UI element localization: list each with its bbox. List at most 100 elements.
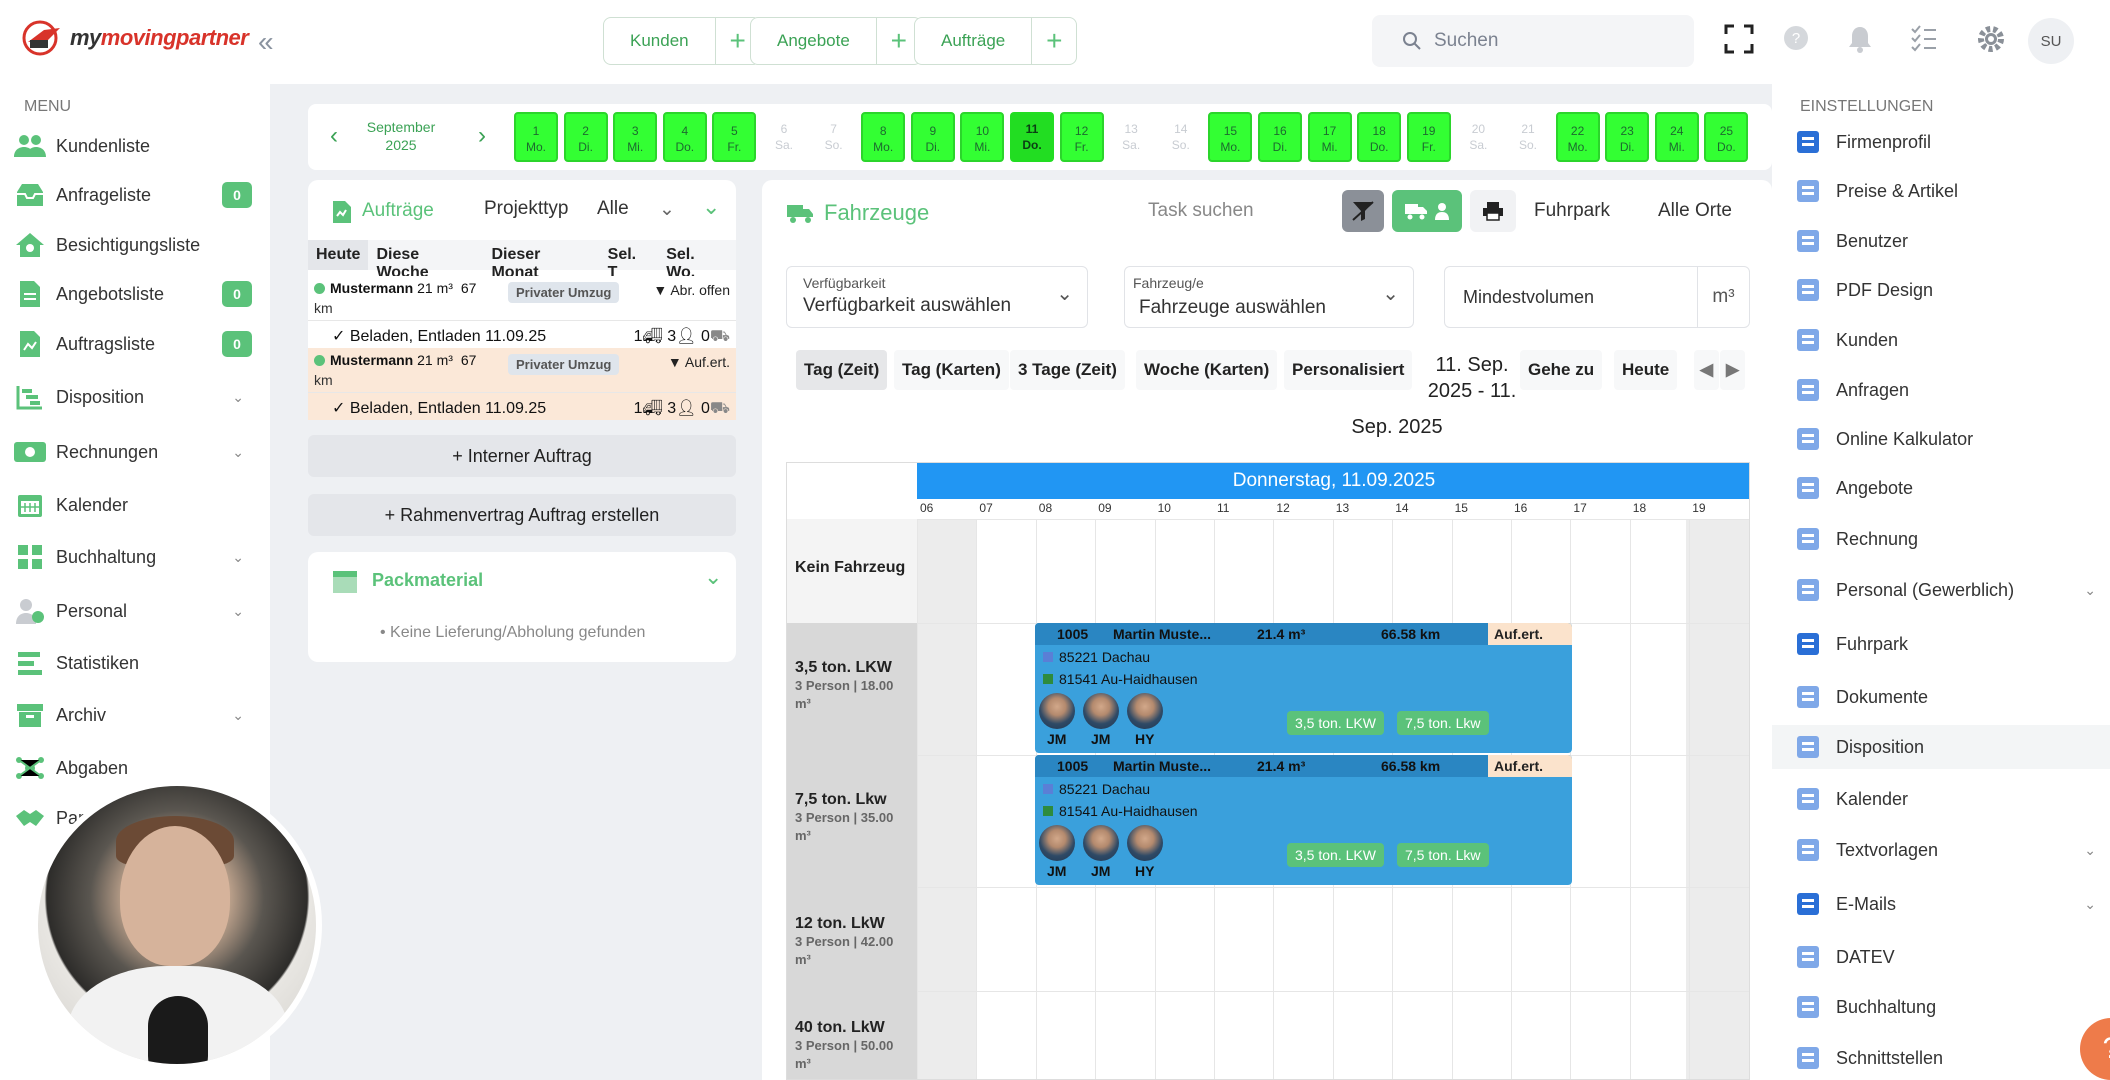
min-volume-input[interactable]: Mindestvolumen m³ — [1444, 266, 1750, 328]
day-cell-16[interactable]: 16 Di. — [1258, 112, 1302, 162]
staff-avatar[interactable] — [1039, 825, 1075, 861]
day-cell-9[interactable]: 9 Di. — [910, 112, 955, 162]
day-cell-5[interactable]: 5 Fr. — [712, 112, 757, 162]
orte-select[interactable]: Alle Orte — [1648, 190, 1752, 232]
settings-item-disposition[interactable]: Disposition — [1772, 725, 2110, 769]
sidebar-item-kundenliste[interactable]: Kundenliste — [12, 126, 258, 166]
day-cell-2[interactable]: 2 Di. — [563, 112, 608, 162]
clear-filter-button[interactable] — [1342, 190, 1384, 232]
vehicle-tag[interactable]: 7,5 ton. Lkw — [1397, 711, 1489, 735]
day-cell-21[interactable]: 21 So. — [1506, 112, 1550, 162]
sidebar-item-statistiken[interactable]: Statistiken — [12, 643, 258, 683]
view-tab-personalized[interactable]: Personalisiert — [1284, 350, 1413, 390]
settings-item-textvorlagen[interactable]: Textvorlagen ⌄ — [1772, 828, 2110, 872]
availability-select[interactable]: Verfügbarkeit Verfügbarkeit auswählen ⌄ — [786, 266, 1088, 328]
order-list-item[interactable]: Mustermann 21 m³ 67 Privater Umzug ▼ Abr… — [308, 276, 736, 348]
staff-avatar[interactable] — [1127, 825, 1163, 861]
day-cell-11[interactable]: 11 Do. — [1010, 112, 1054, 162]
prev-day-icon[interactable]: ◀ — [1694, 350, 1720, 390]
staff-avatar[interactable] — [1039, 693, 1075, 729]
collapse-sidebar-icon[interactable]: « — [258, 26, 274, 58]
sidebar-item-buchhaltung[interactable]: Buchhaltung ⌄ — [12, 537, 258, 577]
sidebar-item-angebotsliste[interactable]: Angebotsliste 0 — [12, 274, 258, 314]
sidebar-item-archiv[interactable]: Archiv ⌄ — [12, 695, 258, 735]
staff-avatar[interactable] — [1083, 825, 1119, 861]
day-cell-22[interactable]: 22 Mo. — [1555, 112, 1600, 162]
vehicle-tag[interactable]: 3,5 ton. LKW — [1287, 711, 1384, 735]
settings-item-dokumente[interactable]: Dokumente — [1772, 675, 2110, 719]
search-input[interactable]: Suchen — [1372, 15, 1694, 67]
packmaterial-chevron-icon[interactable]: ⌄ — [704, 564, 722, 590]
prev-month-icon[interactable]: ‹ — [330, 122, 338, 150]
settings-item-preise-artikel[interactable]: Preise & Artikel — [1772, 169, 2110, 213]
bell-icon[interactable] — [1846, 24, 1874, 54]
next-month-icon[interactable]: › — [478, 122, 486, 150]
staff-avatar[interactable] — [1127, 693, 1163, 729]
order-status[interactable]: ▼ Auf.ert. — [668, 354, 730, 370]
sidebar-item-abgaben[interactable]: Abgaben — [12, 748, 258, 788]
print-button[interactable] — [1470, 190, 1516, 232]
tab-sel-t[interactable]: Sel. T — [600, 240, 659, 281]
settings-item-online-kalkulator[interactable]: Online Kalkulator — [1772, 417, 2110, 461]
day-cell-4[interactable]: 4 Do. — [662, 112, 707, 162]
settings-item-kalender[interactable]: Kalender — [1772, 777, 2110, 821]
view-tab-day-time[interactable]: Tag (Zeit) — [796, 350, 888, 390]
settings-item-anfragen[interactable]: Anfragen — [1772, 368, 2110, 412]
day-cell-13[interactable]: 13 Sa. — [1109, 112, 1153, 162]
day-cell-25[interactable]: 25 Do. — [1704, 112, 1749, 162]
view-tab-3days-time[interactable]: 3 Tage (Zeit) — [1010, 350, 1125, 390]
day-cell-15[interactable]: 15 Mo. — [1208, 112, 1253, 162]
vehicle-tag[interactable]: 7,5 ton. Lkw — [1397, 843, 1489, 867]
schedule-event[interactable]: 1005 Martin Muste... 21.4 m³ 66.58 km Auf.er… — [1035, 623, 1572, 753]
day-cell-18[interactable]: 18 Do. — [1357, 112, 1402, 162]
day-cell-12[interactable]: 12 Fr. — [1059, 112, 1104, 162]
settings-item-buchhaltung[interactable]: Buchhaltung — [1772, 985, 2110, 1029]
order-list-item[interactable]: Mustermann 21 m³ 67 Privater Umzug ▼ Auf… — [308, 348, 736, 420]
internal-order-button[interactable]: + Interner Auftrag — [308, 435, 736, 477]
fuhrpark-select[interactable]: Fuhrpark — [1524, 190, 1632, 232]
vehicle-person-toggle[interactable] — [1392, 190, 1462, 232]
day-cell-3[interactable]: 3 Mi. — [613, 112, 658, 162]
day-cell-14[interactable]: 14 So. — [1159, 112, 1203, 162]
help-icon[interactable]: ? — [1782, 24, 1810, 52]
next-day-icon[interactable]: ▶ — [1720, 350, 1746, 390]
settings-item-firmenprofil[interactable]: Firmenprofil — [1772, 120, 2110, 164]
settings-item-schnittstellen[interactable]: Schnittstellen — [1772, 1036, 2110, 1080]
settings-item-benutzer[interactable]: Benutzer — [1772, 219, 2110, 263]
user-avatar[interactable]: SU — [2028, 18, 2074, 64]
tab-dieser-monat[interactable]: Dieser Monat — [483, 240, 599, 281]
gear-icon[interactable] — [1976, 24, 2006, 54]
today-button[interactable]: Heute — [1614, 350, 1678, 390]
sidebar-item-besichtigungsliste[interactable]: Besichtigungsliste — [12, 225, 258, 265]
sidebar-item-rechnungen[interactable]: Rechnungen ⌄ — [12, 432, 258, 472]
vehicle-tag[interactable]: 3,5 ton. LKW — [1287, 843, 1384, 867]
settings-item-angebote[interactable]: Angebote — [1772, 466, 2110, 510]
day-cell-1[interactable]: 1 Mo. — [514, 112, 558, 162]
day-cell-10[interactable]: 10 Mi. — [960, 112, 1005, 162]
projekttyp-filter[interactable]: Projekttyp — [484, 198, 584, 228]
view-tab-day-cards[interactable]: Tag (Karten) — [894, 350, 1009, 390]
day-cell-6[interactable]: 6 Sa. — [762, 112, 806, 162]
app-logo[interactable]: mymovingpartner — [20, 20, 249, 56]
day-cell-19[interactable]: 19 Fr. — [1406, 112, 1451, 162]
settings-item-datev[interactable]: DATEV — [1772, 935, 2110, 979]
task-search-input[interactable]: Task suchen — [1138, 190, 1336, 232]
sidebar-item-personal[interactable]: Personal ⌄ — [12, 591, 258, 631]
schedule-event[interactable]: 1005 Martin Muste... 21.4 m³ 66.58 km Auf.er… — [1035, 755, 1572, 885]
day-cell-23[interactable]: 23 Di. — [1605, 112, 1650, 162]
day-cell-7[interactable]: 7 So. — [812, 112, 856, 162]
sidebar-item-kalender[interactable]: Kalender — [12, 485, 258, 525]
day-cell-8[interactable]: 8 Mo. — [861, 112, 906, 162]
staff-avatar[interactable] — [1083, 693, 1119, 729]
orders-collapse-chevron-icon[interactable]: ⌄ — [702, 194, 720, 220]
settings-item-rechnung[interactable]: Rechnung — [1772, 517, 2110, 561]
projekttyp-select[interactable]: Alle ⌄ — [597, 198, 697, 228]
settings-item-fuhrpark[interactable]: Fuhrpark — [1772, 622, 2110, 666]
tab-heute[interactable]: Heute — [308, 240, 369, 270]
add-auftraege-icon[interactable]: + — [1032, 18, 1076, 64]
settings-item-personal-gewerblich[interactable]: Personal (Gewerblich) ⌄ — [1772, 568, 2110, 612]
sidebar-item-anfrageliste[interactable]: Anfrageliste 0 — [12, 175, 258, 215]
goto-button[interactable]: Gehe zu — [1520, 350, 1603, 390]
day-cell-20[interactable]: 20 Sa. — [1456, 112, 1500, 162]
sidebar-item-disposition[interactable]: Disposition ⌄ — [12, 377, 258, 417]
